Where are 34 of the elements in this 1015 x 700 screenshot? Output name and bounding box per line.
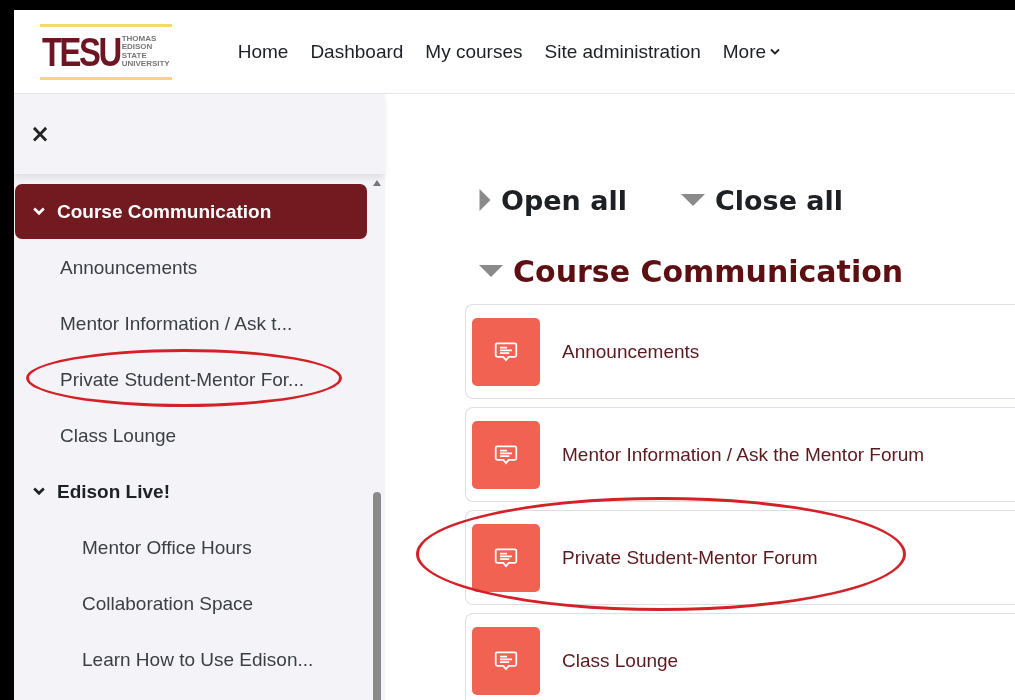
forum-icon xyxy=(472,420,540,489)
open-all-link[interactable]: Open all xyxy=(479,184,627,216)
scroll-up-icon[interactable] xyxy=(373,180,381,186)
forum-icon xyxy=(472,626,540,695)
scrollbar-thumb[interactable] xyxy=(373,492,381,700)
forum-icon xyxy=(472,317,540,386)
sidebar-item[interactable]: Announcements xyxy=(60,257,198,279)
chevron-down-icon xyxy=(770,48,781,55)
triangle-down-icon xyxy=(680,194,705,206)
section-item[interactable]: Course Communication xyxy=(15,184,367,239)
more-menu[interactable]: More xyxy=(722,40,781,63)
section-heading: Course Communication xyxy=(513,253,904,289)
chevron-down-icon xyxy=(33,487,45,496)
triangle-down-icon[interactable] xyxy=(479,265,503,277)
nav-link[interactable]: Site administration xyxy=(544,40,701,63)
sidebar-item[interactable]: Mentor Information / Ask t... xyxy=(60,313,293,335)
nav-link[interactable]: Home xyxy=(237,40,289,63)
forum-icon xyxy=(472,523,540,592)
close-button[interactable]: × xyxy=(30,122,51,146)
activity-link[interactable]: Private Student-Mentor Forum xyxy=(562,546,818,569)
activity-link[interactable]: Class Lounge xyxy=(562,649,679,672)
close-all-link[interactable]: Close all xyxy=(680,184,844,216)
activity-link[interactable]: Announcements xyxy=(562,340,700,363)
nav-link[interactable]: Dashboard xyxy=(310,40,404,63)
nav-link[interactable]: My courses xyxy=(425,40,523,63)
section-item[interactable]: Edison Live! xyxy=(15,464,367,519)
sidebar-item[interactable]: Mentor Office Hours xyxy=(82,537,252,559)
triangle-right-icon xyxy=(479,189,491,211)
sidebar-item[interactable]: Class Lounge xyxy=(60,425,177,447)
activity-link[interactable]: Mentor Information / Ask the Mentor Forum xyxy=(562,443,925,466)
sidebar-item[interactable]: Collaboration Space xyxy=(82,593,254,615)
sidebar-item[interactable]: Private Student-Mentor For... xyxy=(60,369,304,391)
chevron-down-icon xyxy=(33,207,45,216)
sidebar-item[interactable]: Learn How to Use Edison... xyxy=(82,649,314,671)
